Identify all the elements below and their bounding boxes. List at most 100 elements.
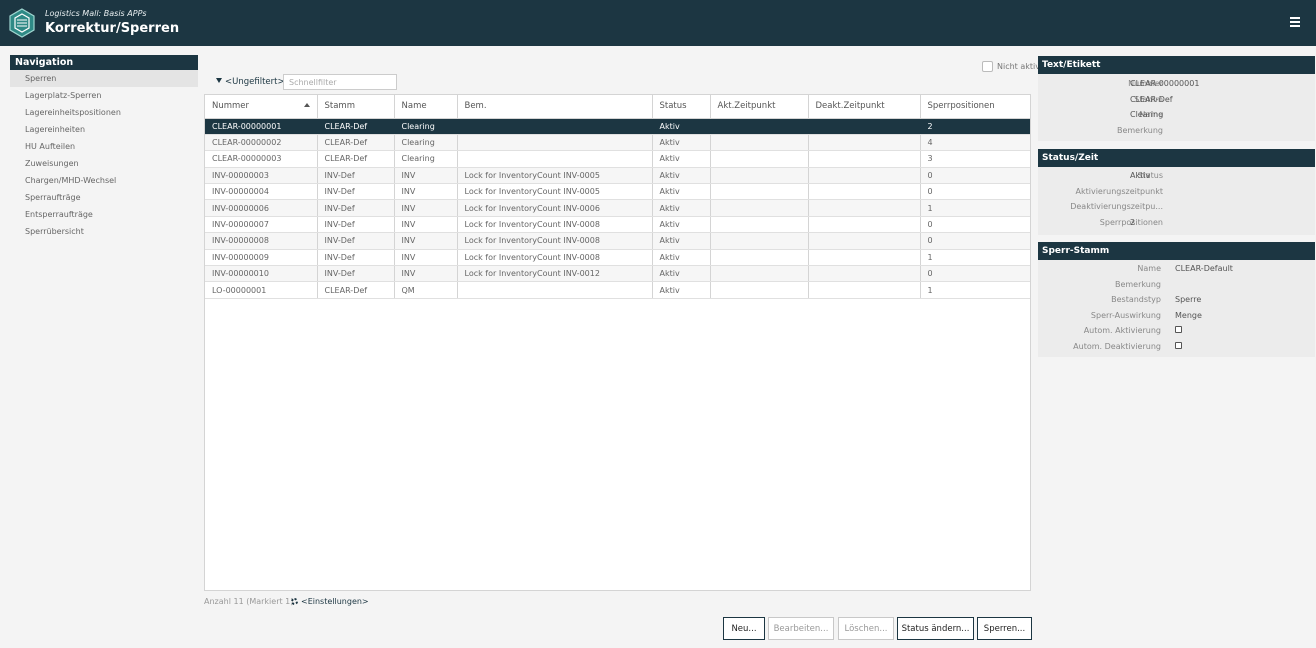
table-row[interactable]: CLEAR-00000001 CLEAR-Def Clearing Aktiv 2 — [205, 118, 1030, 135]
sort-ascending-icon — [303, 103, 310, 107]
nav-item-lagereinheitspositionen[interactable]: Lagereinheitspositionen — [10, 104, 198, 121]
text-label-panel-title: Text/Etikett — [1038, 56, 1315, 74]
cell-name: INV — [394, 199, 458, 217]
field-sperr-auswirkung: Sperr-Auswirkung Menge — [1090, 310, 1202, 320]
inactive-checkbox[interactable] — [982, 61, 993, 72]
cell-name: QM — [394, 281, 458, 299]
nav-item-sperruebersicht[interactable]: Sperrübersicht — [10, 223, 198, 240]
cell-nummer: INV-00000008 — [205, 232, 318, 250]
cell-akt-zeitpunkt — [710, 199, 809, 217]
nav-item-lagereinheiten[interactable]: Lagereinheiten — [10, 121, 198, 138]
nav-item-sperren[interactable]: Sperren — [10, 70, 198, 87]
cell-akt-zeitpunkt — [710, 249, 809, 267]
cell-nummer: INV-00000007 — [205, 216, 318, 234]
cell-sperrpositionen: 0 — [920, 216, 1030, 234]
table-row[interactable]: INV-00000010 INV-Def INV Lock for Inventory… — [205, 265, 1030, 283]
cell-sperrpositionen: 4 — [920, 134, 1030, 152]
cell-name: INV — [394, 249, 458, 267]
locks-table: Nummer Stamm Name Bem. Status Akt.Zeitpu… — [204, 94, 1031, 591]
cell-deakt-zeitpunkt — [808, 281, 921, 299]
hamburger-menu-icon[interactable] — [1290, 17, 1300, 29]
cell-akt-zeitpunkt — [710, 118, 809, 135]
cell-nummer: INV-00000003 — [205, 167, 318, 185]
nav-item-entsperrauftraege[interactable]: Entsperraufträge — [10, 206, 198, 223]
lock-button[interactable]: Sperren... — [977, 617, 1032, 640]
field-autom-deaktivierung: Autom. Deaktivierung — [1038, 340, 1315, 356]
field-sperr-auswirkung-value: Menge — [1175, 310, 1202, 320]
new-button[interactable]: Neu... — [723, 617, 765, 640]
filter-link[interactable]: <Ungefiltert> — [216, 77, 285, 87]
table-row[interactable]: INV-00000007 INV-Def INV Lock for Inventory… — [205, 216, 1030, 234]
cell-stamm: INV-Def — [317, 183, 395, 201]
nav-item-zuweisungen[interactable]: Zuweisungen — [10, 155, 198, 172]
table-row[interactable]: INV-00000003 INV-Def INV Lock for Inventory… — [205, 167, 1030, 185]
status-time-panel-title: Status/Zeit — [1038, 149, 1315, 167]
table-header-row: Nummer Stamm Name Bem. Status Akt.Zeitpu… — [205, 95, 1030, 119]
field-stamm-value: CLEAR-Def — [1130, 94, 1173, 104]
settings-link[interactable]: <Einstellungen> — [291, 597, 369, 606]
navigation-title: Navigation — [10, 55, 198, 70]
column-header-sperrpositionen[interactable]: Sperrpositionen — [920, 95, 1030, 119]
column-header-bem[interactable]: Bem. — [457, 95, 653, 119]
cell-sperrpositionen: 0 — [920, 232, 1030, 250]
cell-deakt-zeitpunkt — [808, 167, 921, 185]
cell-bem — [457, 118, 653, 135]
column-header-nummer[interactable]: Nummer — [205, 95, 318, 119]
table-row[interactable]: CLEAR-00000003 CLEAR-Def Clearing Aktiv 3 — [205, 150, 1030, 168]
column-header-name[interactable]: Name — [394, 95, 458, 119]
change-status-button[interactable]: Status ändern... — [897, 617, 974, 640]
cell-status: Aktiv — [652, 281, 711, 299]
cell-sperrpositionen: 0 — [920, 265, 1030, 283]
delete-button[interactable]: Löschen... — [838, 617, 894, 640]
cell-deakt-zeitpunkt — [808, 150, 921, 168]
filter-label: <Ungefiltert> — [225, 77, 285, 87]
lock-master-panel-title: Sperr-Stamm — [1038, 242, 1315, 260]
column-header-stamm[interactable]: Stamm — [317, 95, 395, 119]
field-sperr-name: Name CLEAR-Default — [1137, 264, 1233, 273]
cell-deakt-zeitpunkt — [808, 199, 921, 217]
text-label-panel: Text/Etikett Nummer CLEAR-00000001 Stamm C… — [1038, 56, 1315, 141]
cell-status: Aktiv — [652, 150, 711, 168]
table-row[interactable]: CLEAR-00000002 CLEAR-Def Clearing Aktiv 4 — [205, 134, 1030, 152]
cell-stamm: CLEAR-Def — [317, 281, 395, 299]
cell-akt-zeitpunkt — [710, 167, 809, 185]
table-row[interactable]: INV-00000004 INV-Def INV Lock for Inventory… — [205, 183, 1030, 201]
cell-nummer: LO-00000001 — [205, 281, 318, 299]
nav-item-sperrauftraege[interactable]: Sperraufträge — [10, 189, 198, 206]
nav-item-lagerplatz-sperren[interactable]: Lagerplatz-Sperren — [10, 87, 198, 104]
field-stamm: Stamm CLEAR-Def — [1130, 94, 1173, 104]
cell-nummer: INV-00000009 — [205, 249, 318, 267]
cell-bem — [457, 134, 653, 152]
autom-deaktivierung-checkbox — [1175, 341, 1182, 349]
cell-bem — [457, 150, 653, 168]
table-row[interactable]: INV-00000006 INV-Def INV Lock for Inventory… — [205, 199, 1030, 217]
cell-akt-zeitpunkt — [710, 150, 809, 168]
table-row[interactable]: INV-00000009 INV-Def INV Lock for Inventory… — [205, 249, 1030, 267]
app-header: Logistics Mall: Basis APPs Korrektur/Spe… — [0, 0, 1316, 46]
table-row[interactable]: LO-00000001 CLEAR-Def QM Aktiv 1 — [205, 281, 1030, 299]
cell-name: INV — [394, 216, 458, 234]
cell-stamm: CLEAR-Def — [317, 118, 395, 135]
edit-button[interactable]: Bearbeiten... — [768, 617, 834, 640]
column-header-deakt-zeitpunkt[interactable]: Deakt.Zeitpunkt — [808, 95, 921, 119]
cell-deakt-zeitpunkt — [808, 118, 921, 135]
column-header-status[interactable]: Status — [652, 95, 711, 119]
cell-name: Clearing — [394, 134, 458, 152]
cell-stamm: INV-Def — [317, 199, 395, 217]
navigation-panel: Navigation Sperren Lagerplatz-Sperren La… — [10, 55, 198, 240]
cell-stamm: INV-Def — [317, 216, 395, 234]
cell-bem: Lock for InventoryCount INV-0005 — [457, 183, 653, 201]
column-header-akt-zeitpunkt[interactable]: Akt.Zeitpunkt — [710, 95, 809, 119]
cell-name: Clearing — [394, 150, 458, 168]
nav-item-hu-aufteilen[interactable]: HU Aufteilen — [10, 138, 198, 155]
page-title: Korrektur/Sperren — [45, 21, 180, 36]
nav-item-chargen-mhd-wechsel[interactable]: Chargen/MHD-Wechsel — [10, 172, 198, 189]
settings-label: <Einstellungen> — [301, 597, 369, 606]
cell-status: Aktiv — [652, 134, 711, 152]
cell-stamm: INV-Def — [317, 232, 395, 250]
cell-stamm: CLEAR-Def — [317, 150, 395, 168]
quickfilter-input[interactable] — [283, 74, 397, 90]
table-row[interactable]: INV-00000008 INV-Def INV Lock for Inventory… — [205, 232, 1030, 250]
cell-sperrpositionen: 0 — [920, 183, 1030, 201]
cell-name: INV — [394, 265, 458, 283]
